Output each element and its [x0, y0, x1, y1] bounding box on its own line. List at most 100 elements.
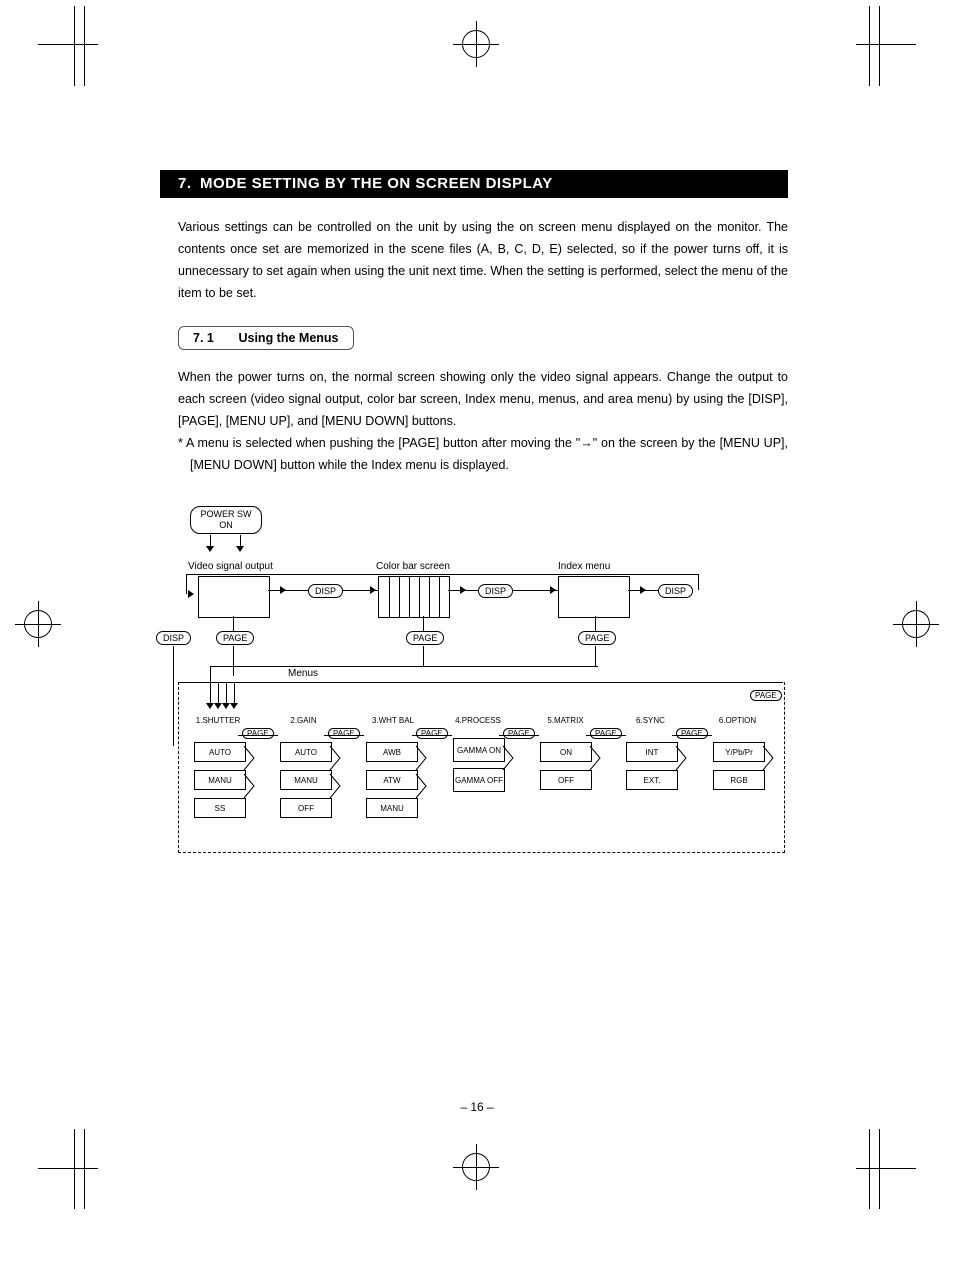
- arrow-right-icon: [370, 586, 376, 594]
- connector: [238, 735, 278, 736]
- menu-cell: AUTO: [280, 742, 332, 762]
- screen-label: Video signal output: [188, 561, 273, 572]
- flow-diagram: POWER SW ON Video signal output Color ba…: [158, 506, 798, 876]
- screen-label: Index menu: [558, 561, 610, 572]
- connector: [499, 735, 539, 736]
- page-button: PAGE: [503, 728, 535, 739]
- crop-mark: [74, 1129, 75, 1209]
- arrow-right-icon: [550, 586, 556, 594]
- menu-cell: INT: [626, 742, 678, 762]
- page-button: PAGE: [328, 728, 360, 739]
- connector: [233, 646, 234, 676]
- menu-cell: ATW: [366, 770, 418, 790]
- menu-cell: RGB: [713, 770, 765, 790]
- page-button: PAGE: [578, 631, 616, 645]
- connector: [324, 735, 364, 736]
- arrow-down-icon: [236, 546, 244, 552]
- connector: [595, 616, 596, 631]
- registration-mark: [902, 610, 930, 638]
- connector: [173, 646, 174, 746]
- power-label: POWER SW ON: [201, 509, 252, 530]
- connector: [412, 735, 452, 736]
- page-content: 7. MODE SETTING BY THE ON SCREEN DISPLAY…: [178, 170, 788, 876]
- page-button: PAGE: [406, 631, 444, 645]
- crop-mark: [84, 1129, 85, 1209]
- page-button: PAGE: [750, 690, 782, 701]
- connector: [586, 735, 626, 736]
- body-paragraph: When the power turns on, the normal scre…: [178, 366, 788, 432]
- registration-mark: [462, 1153, 490, 1181]
- subsection-number: 7. 1: [193, 331, 235, 345]
- menu-cell: OFF: [540, 770, 592, 790]
- crop-mark: [879, 1129, 880, 1209]
- menu-title: 1.SHUTTER: [188, 716, 248, 725]
- page-button: PAGE: [590, 728, 622, 739]
- connector: [186, 574, 698, 575]
- video-box: [198, 576, 270, 618]
- note-paragraph: * A menu is selected when pushing the [P…: [178, 432, 788, 476]
- menu-cell: SS: [194, 798, 246, 818]
- connector: [672, 735, 712, 736]
- crop-mark: [856, 1168, 916, 1169]
- screen-label: Color bar screen: [376, 561, 450, 572]
- connector: [423, 616, 424, 631]
- section-number: 7.: [178, 175, 192, 192]
- registration-mark: [24, 610, 52, 638]
- indexmenu-box: [558, 576, 630, 618]
- menus-label: Menus: [288, 668, 318, 679]
- menu-cell: Y/Pb/Pr: [713, 742, 765, 762]
- section-header: 7. MODE SETTING BY THE ON SCREEN DISPLAY: [160, 170, 788, 198]
- connector: [698, 574, 699, 590]
- menu-cell: AWB: [366, 742, 418, 762]
- page-button: PAGE: [676, 728, 708, 739]
- registration-mark: [462, 30, 490, 58]
- crop-mark: [84, 6, 85, 86]
- crop-mark: [856, 44, 916, 45]
- crop-mark: [879, 6, 880, 86]
- arrow-right-icon: [280, 586, 286, 594]
- menu-cell: MANU: [366, 798, 418, 818]
- menu-title: 3.WHT BAL: [363, 716, 423, 725]
- page-number: – 16 –: [0, 1100, 954, 1114]
- menu-cell: AUTO: [194, 742, 246, 762]
- connector: [423, 646, 424, 666]
- menu-cell: GAMMA ON: [453, 738, 505, 762]
- arrow-down-icon: [206, 546, 214, 552]
- subsection-title: Using the Menus: [238, 331, 338, 345]
- page-button: PAGE: [216, 631, 254, 645]
- section-title: MODE SETTING BY THE ON SCREEN DISPLAY: [200, 175, 553, 192]
- menu-title: 5.MATRIX: [538, 716, 593, 725]
- crop-mark: [74, 6, 75, 86]
- menu-title: 6.SYNC: [623, 716, 678, 725]
- arrow-right-icon: [640, 586, 646, 594]
- colorbar-box: [378, 576, 450, 618]
- page-button: PAGE: [242, 728, 274, 739]
- disp-button: DISP: [658, 584, 693, 598]
- connector: [186, 574, 187, 594]
- intro-paragraph: Various settings can be controlled on th…: [178, 216, 788, 304]
- arrow-right-icon: [188, 590, 194, 598]
- arrow-right-icon: [460, 586, 466, 594]
- menu-cell: GAMMA OFF: [453, 768, 505, 792]
- menu-title: 2.GAIN: [276, 716, 331, 725]
- page-button: PAGE: [416, 728, 448, 739]
- power-pill: POWER SW ON: [190, 506, 262, 534]
- crop-mark: [869, 1129, 870, 1209]
- disp-button: DISP: [156, 631, 191, 645]
- crop-mark: [869, 6, 870, 86]
- menu-title: 6.OPTION: [710, 716, 765, 725]
- menu-cell: EXT.: [626, 770, 678, 790]
- connector: [210, 666, 598, 667]
- menu-cell: OFF: [280, 798, 332, 818]
- subsection-header: 7. 1 Using the Menus: [178, 326, 354, 350]
- crop-mark: [38, 1168, 98, 1169]
- connector: [233, 616, 234, 631]
- menu-cell: MANU: [194, 770, 246, 790]
- menu-cell: MANU: [280, 770, 332, 790]
- menu-title: 4.PROCESS: [448, 716, 508, 725]
- disp-button: DISP: [478, 584, 513, 598]
- crop-mark: [38, 44, 98, 45]
- disp-button: DISP: [308, 584, 343, 598]
- menu-cell: ON: [540, 742, 592, 762]
- connector: [595, 646, 596, 666]
